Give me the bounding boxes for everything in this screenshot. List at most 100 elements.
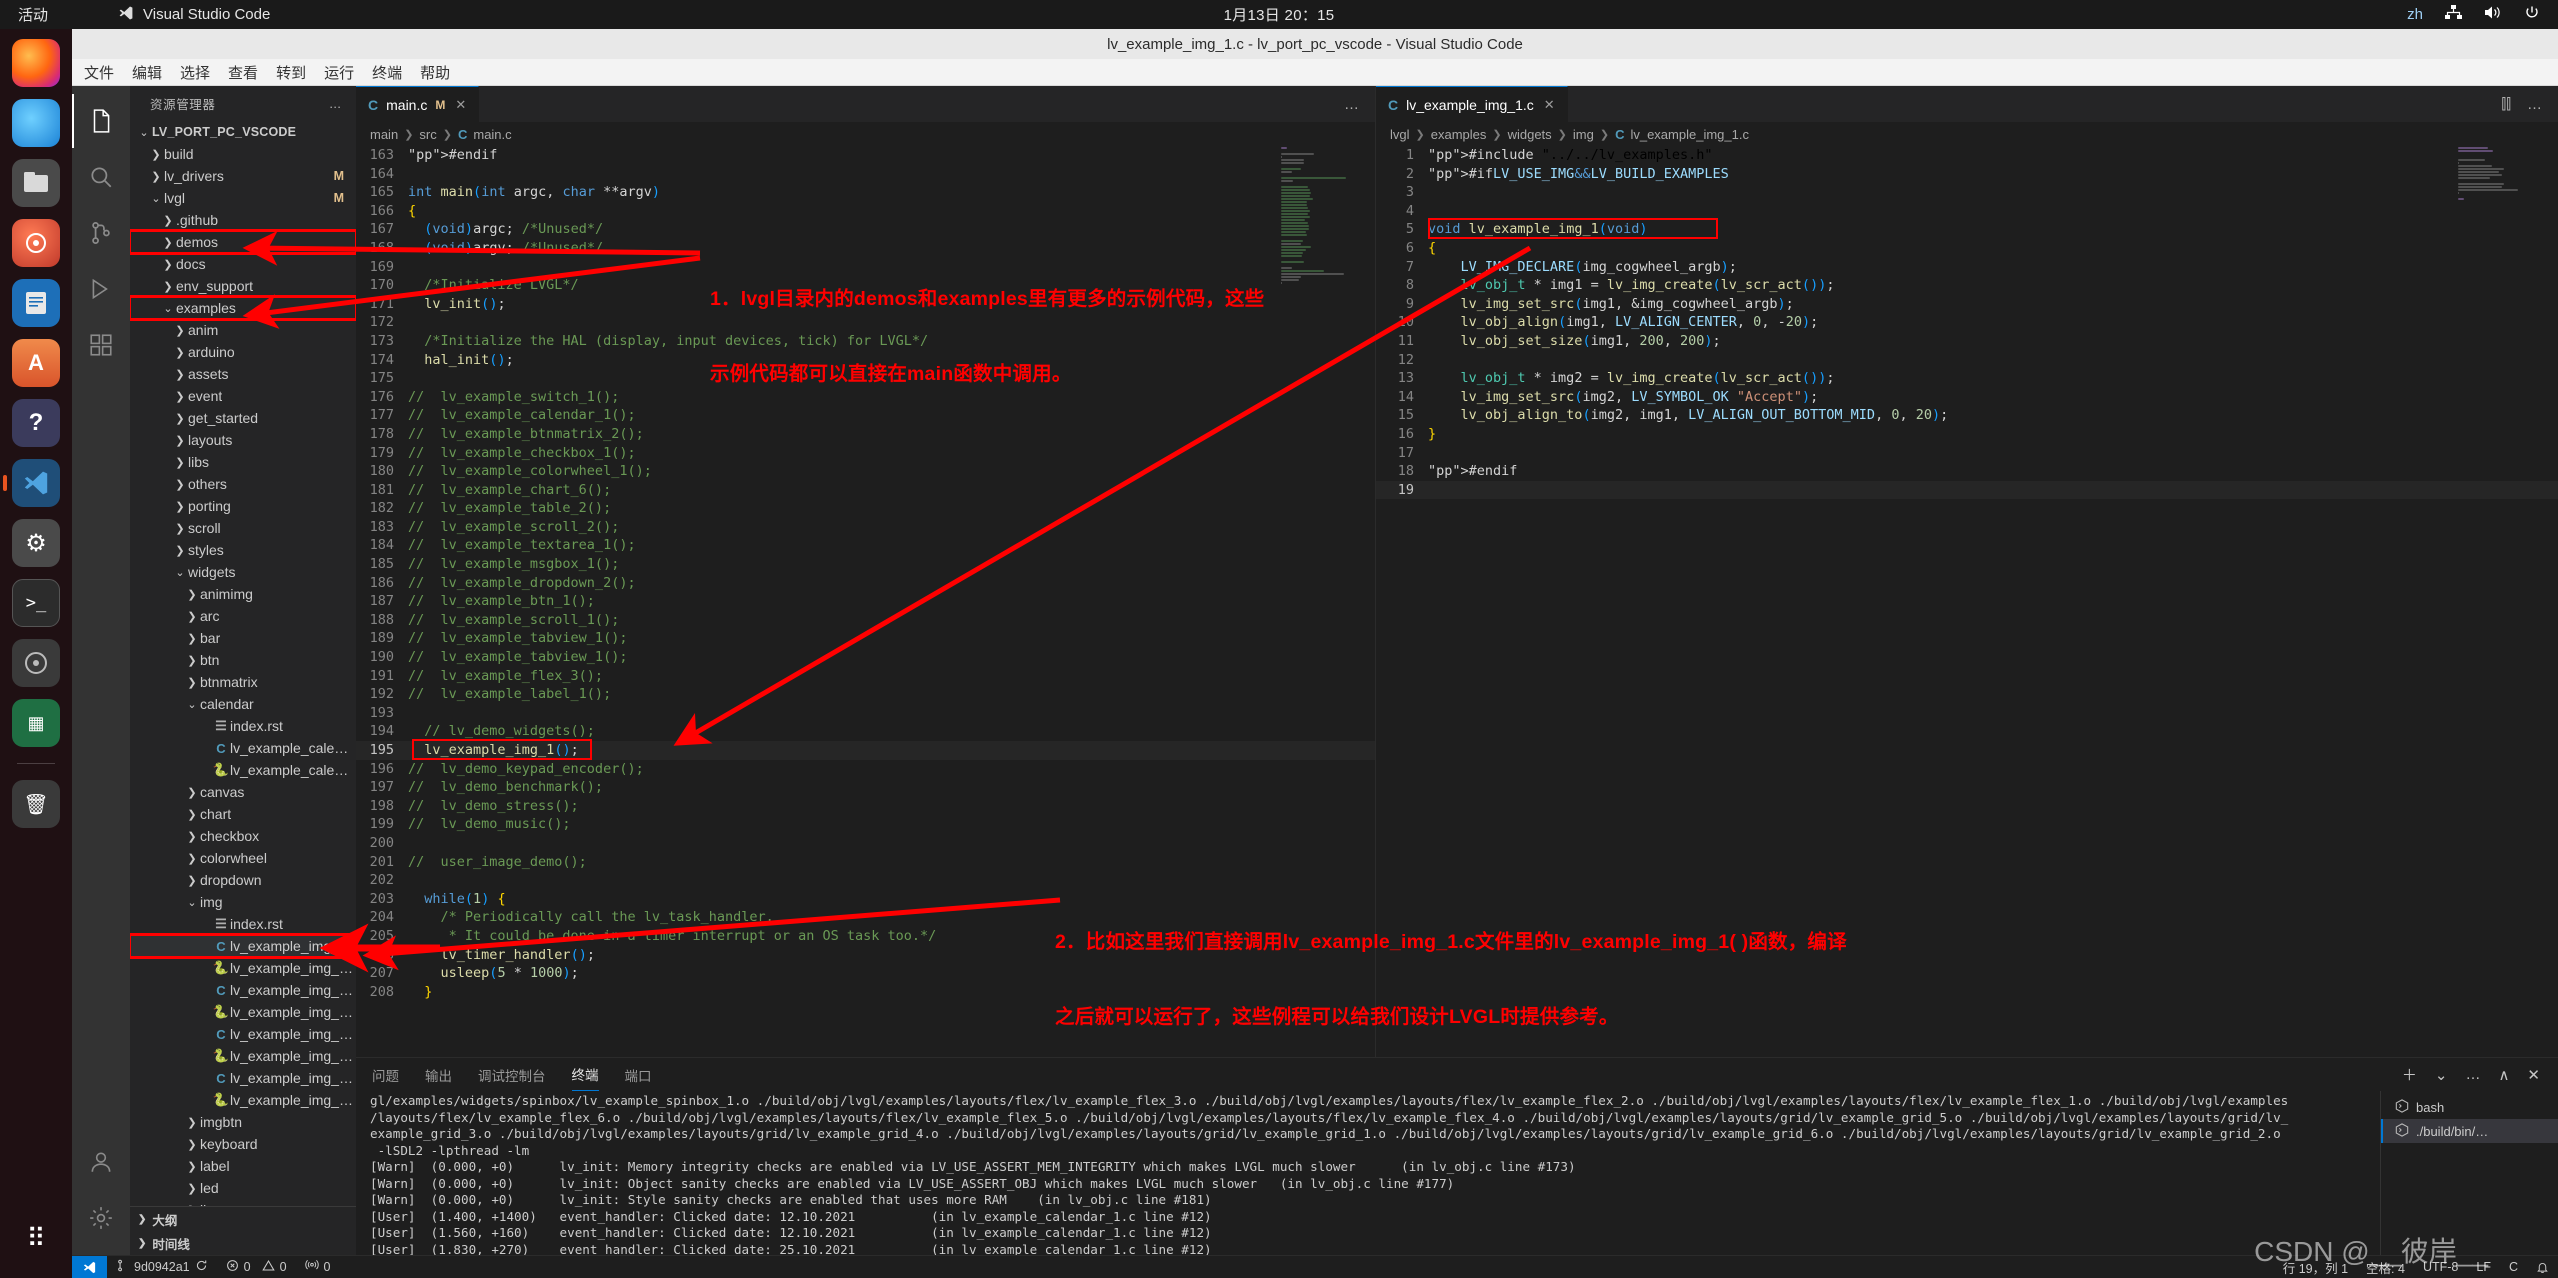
chevron-right-icon[interactable]: ❯	[172, 478, 188, 491]
close-icon[interactable]: ✕	[1544, 97, 1555, 113]
tree-item-widgets[interactable]: ⌄ widgets	[130, 561, 356, 583]
editor-actions-right[interactable]: ⫿⫿ …	[2485, 86, 2558, 122]
code-line[interactable]: 183 // lv_example_scroll_2();	[356, 518, 1375, 537]
tree-item-lv-example-img-1-c[interactable]: Clv_example_img_1.c	[130, 933, 356, 959]
panel-more-icon[interactable]: …	[2465, 1066, 2480, 1083]
chevron-right-icon[interactable]: ❯	[172, 346, 188, 359]
terminal-list-item[interactable]: ./build/bin/…	[2381, 1119, 2558, 1143]
code-line[interactable]: 11 lv_obj_set_size(img1, 200, 200);	[1376, 332, 2558, 351]
breadcrumb-left[interactable]: main ❯ src ❯ C main.c	[356, 122, 1375, 146]
code-line[interactable]: 1 "pp">#include "../../lv_examples.h"	[1376, 146, 2558, 165]
ubuntu-dock[interactable]: A ? ⚙ >_ ▦ 🗑 ⠿	[0, 29, 72, 1278]
tree-item-arc[interactable]: ❯ arc	[130, 605, 356, 627]
tree-item-env-support[interactable]: ❯ env_support	[130, 275, 356, 297]
code-line[interactable]: 2 "pp">#if LV_USE_IMG && LV_BUILD_EXAMPLE…	[1376, 165, 2558, 184]
code-line[interactable]: 8 lv_obj_t * img1 = lv_img_create(lv_scr…	[1376, 276, 2558, 295]
chevron-right-icon[interactable]: ❯	[184, 654, 200, 667]
code-line[interactable]: 187 // lv_example_btn_1();	[356, 592, 1375, 611]
tree-item-others[interactable]: ❯ others	[130, 473, 356, 495]
chevron-right-icon[interactable]: ❯	[184, 610, 200, 623]
code-line[interactable]: 5 void lv_example_img_1(void)	[1376, 218, 2558, 240]
tree-item-index-rst[interactable]: ☰ index.rst	[130, 913, 356, 935]
code-line[interactable]: 188 // lv_example_scroll_1();	[356, 611, 1375, 630]
chevron-right-icon[interactable]: ❯	[184, 1160, 200, 1173]
close-icon[interactable]: ✕	[455, 97, 466, 113]
tree-item-lv-example-img-3-py[interactable]: 🐍 lv_example_img_3.py	[130, 1045, 356, 1067]
explorer-section-outline[interactable]: ❯ 大纲	[130, 1207, 356, 1231]
ports-indicator[interactable]: 0	[296, 1259, 340, 1275]
chevron-right-icon[interactable]: ❯	[184, 1138, 200, 1151]
status-bar[interactable]: 9d0942a1 0 0 0 行 19，列 1 空格: 4 UTF-8 LF C	[72, 1255, 2558, 1278]
code-line[interactable]: 193	[356, 704, 1375, 723]
menubar[interactable]: 文件 编辑 选择 查看 转到 运行 终端 帮助	[72, 59, 2558, 86]
terminal-list-item[interactable]: bash	[2381, 1095, 2558, 1119]
chevron-right-icon[interactable]: ❯	[184, 588, 200, 601]
activitybar-extensions-icon[interactable]	[72, 318, 130, 372]
chevron-right-icon[interactable]: ❯	[172, 456, 188, 469]
code-line[interactable]: 4	[1376, 202, 2558, 221]
tree-item-lv-example-img-3-c[interactable]: Clv_example_img_3.c	[130, 1023, 356, 1045]
tree-item-layouts[interactable]: ❯ layouts	[130, 429, 356, 451]
chevron-right-icon[interactable]: ❯	[172, 324, 188, 337]
tree-item-demos[interactable]: ❯ demos	[130, 229, 356, 255]
breadcrumb-right[interactable]: lvgl ❯ examples ❯ widgets ❯ img ❯ C lv_e…	[1376, 122, 2558, 146]
tree-item-calendar[interactable]: ⌄ calendar	[130, 693, 356, 715]
code-line[interactable]: 3	[1376, 183, 2558, 202]
input-method-indicator[interactable]: zh	[2407, 6, 2423, 23]
code-line[interactable]: 199 // lv_demo_music();	[356, 815, 1375, 834]
tree-item-build[interactable]: ❯ build	[130, 143, 356, 165]
clock[interactable]: 1月13日 20：15	[1224, 4, 1335, 25]
chevron-right-icon[interactable]: ❯	[172, 544, 188, 557]
code-line[interactable]: 15 lv_obj_align_to(img2, img1, LV_ALIGN_…	[1376, 406, 2558, 425]
chevron-right-icon[interactable]: ❯	[184, 1204, 200, 1207]
tree-item-bar[interactable]: ❯ bar	[130, 627, 356, 649]
panel-actions[interactable]: ＋ ⌄ … ∧ ✕	[2402, 1064, 2558, 1085]
tree-item-arduino[interactable]: ❯ arduino	[130, 341, 356, 363]
chevron-right-icon[interactable]: ❯	[172, 500, 188, 513]
breadcrumb-lvgl[interactable]: lvgl	[1390, 127, 1410, 142]
vertical-scrollbar[interactable]	[2544, 146, 2558, 1057]
activitybar-accounts-icon[interactable]	[72, 1135, 130, 1189]
activity-bar[interactable]	[72, 86, 130, 1255]
panel-tab-problems[interactable]: 问题	[372, 1065, 399, 1085]
volume-icon[interactable]	[2484, 5, 2502, 24]
code-line[interactable]: 19	[1376, 480, 2558, 500]
tree-item-imgbtn[interactable]: ❯ imgbtn	[130, 1111, 356, 1133]
tree-item-keyboard[interactable]: ❯ keyboard	[130, 1133, 356, 1155]
menu-help[interactable]: 帮助	[420, 62, 450, 83]
panel-tab-output[interactable]: 输出	[425, 1065, 452, 1085]
explorer-more-icon[interactable]: …	[329, 97, 342, 111]
chevron-right-icon[interactable]: ❯	[184, 632, 200, 645]
tree-item-lv-example-calendar-1-py[interactable]: 🐍lv_example_calendar_1.py	[130, 759, 356, 781]
tree-item-canvas[interactable]: ❯ canvas	[130, 781, 356, 803]
activities-button[interactable]: 活动	[18, 4, 48, 25]
chevron-right-icon[interactable]: ❯	[172, 412, 188, 425]
minimap[interactable]	[2452, 146, 2538, 204]
code-line[interactable]: 198 // lv_demo_stress();	[356, 797, 1375, 816]
tree-item-porting[interactable]: ❯ porting	[130, 495, 356, 517]
editor-tabs-right[interactable]: C lv_example_img_1.c ✕ ⫿⫿ …	[1376, 86, 2558, 122]
chevron-right-icon[interactable]: ❯	[184, 874, 200, 887]
active-app-indicator[interactable]: Visual Studio Code	[118, 5, 270, 25]
tree-item-led[interactable]: ❯ led	[130, 1177, 356, 1199]
code-line[interactable]: 10 lv_obj_align(img1, LV_ALIGN_CENTER, 0…	[1376, 313, 2558, 332]
chevron-right-icon[interactable]: ❯	[148, 170, 164, 183]
code-line[interactable]: 186 // lv_example_dropdown_2();	[356, 574, 1375, 593]
chevron-down-icon[interactable]: ⌄	[184, 698, 200, 711]
dock-terminal-icon[interactable]: >_	[12, 579, 60, 627]
dock-help-icon[interactable]: ?	[12, 399, 60, 447]
power-icon[interactable]	[2524, 5, 2540, 25]
tree-item-lv-example-img-2-c[interactable]: Clv_example_img_2.c	[130, 979, 356, 1001]
activitybar-source-control-icon[interactable]	[72, 206, 130, 260]
panel-tab-debug-console[interactable]: 调试控制台	[478, 1065, 546, 1085]
editor-actions-left[interactable]: …	[1328, 86, 1375, 122]
tree-item-docs[interactable]: ❯ docs	[130, 253, 356, 275]
explorer-sections[interactable]: ❯ 大纲 ❯ 时间线	[130, 1206, 356, 1255]
tree-item-lv-drivers[interactable]: ❯ lv_drivers M	[130, 165, 356, 187]
chevron-right-icon[interactable]: ❯	[160, 280, 176, 293]
menu-run[interactable]: 运行	[324, 62, 354, 83]
code-line[interactable]: 194 // lv_demo_widgets();	[356, 722, 1375, 741]
system-tray[interactable]: zh	[2407, 5, 2540, 25]
tree-item-btnmatrix[interactable]: ❯ btnmatrix	[130, 671, 356, 693]
language-mode[interactable]: C	[2500, 1260, 2527, 1274]
